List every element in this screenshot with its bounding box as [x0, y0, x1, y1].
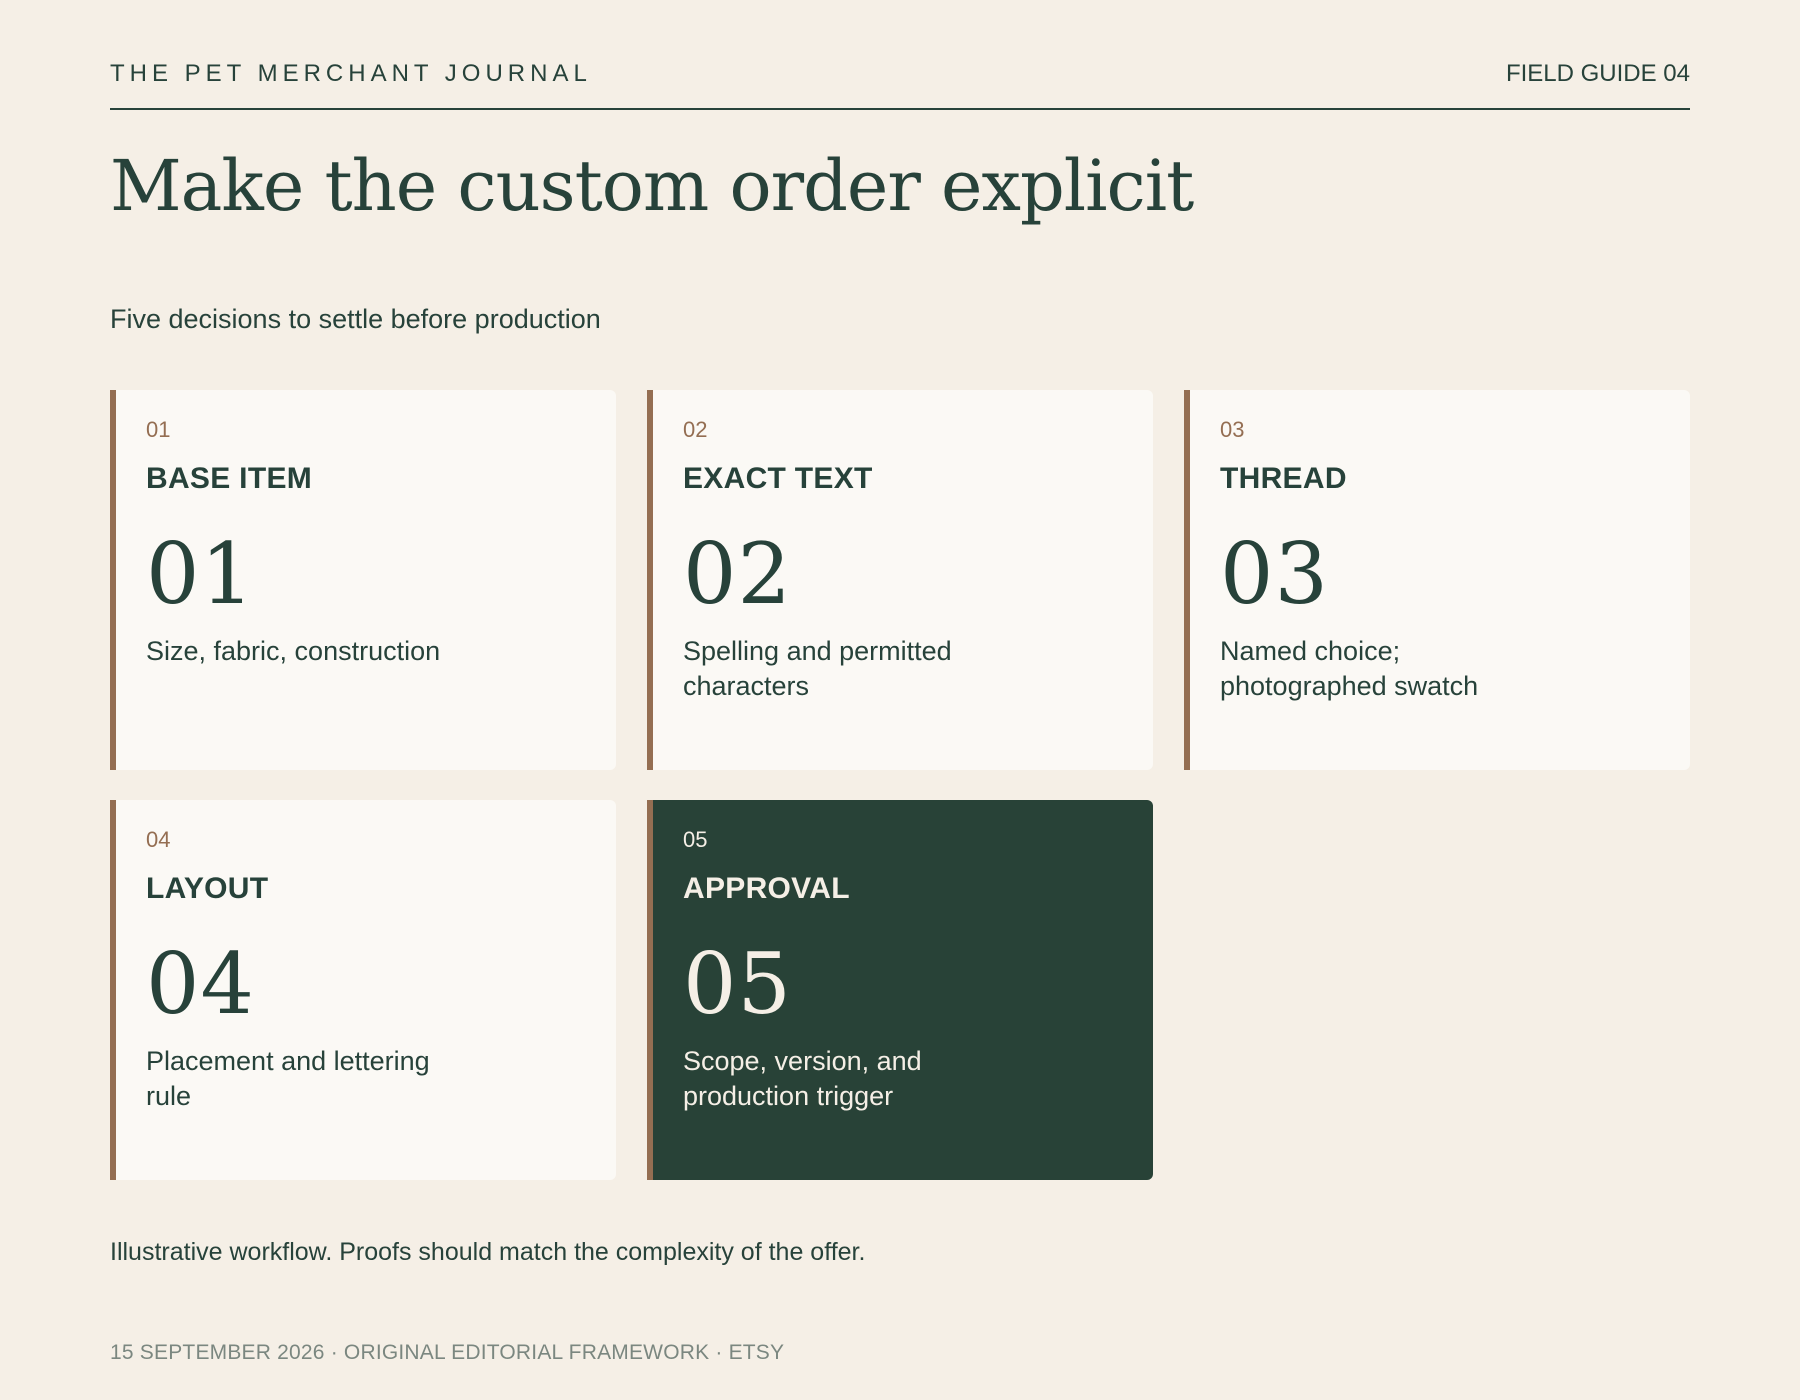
page-subtitle: Five decisions to settle before producti… [110, 304, 601, 334]
decision-card-thread: 03 THREAD 03 Named choice; photographed … [1184, 390, 1690, 770]
card-number: 01 [146, 525, 255, 623]
masthead: THE PET MERCHANT JOURNAL FIELD GUIDE 04 [110, 0, 1690, 110]
card-description: Spelling and permitted characters [683, 636, 952, 701]
decision-card-approval: 05 APPROVAL 05 Scope, version, and produ… [647, 800, 1153, 1180]
card-number: 04 [146, 935, 255, 1033]
footer-credit: 15 SEPTEMBER 2026 · ORIGINAL EDITORIAL F… [110, 1341, 785, 1364]
card-description: Scope, version, and production trigger [683, 1046, 922, 1111]
card-index: 03 [1220, 417, 1245, 442]
card-description: Named choice; photographed swatch [1220, 636, 1479, 701]
card-index: 01 [146, 417, 171, 442]
workflow-note: Illustrative workflow. Proofs should mat… [110, 1238, 866, 1266]
page-title: Make the custom order explicit [110, 145, 1194, 227]
page: THE PET MERCHANT JOURNAL FIELD GUIDE 04 … [0, 0, 1800, 1400]
card-index: 04 [146, 827, 171, 852]
card-heading: EXACT TEXT [683, 462, 873, 495]
card-heading: BASE ITEM [146, 462, 313, 495]
card-heading: THREAD [1220, 462, 1347, 495]
card-heading: APPROVAL [683, 872, 850, 905]
card-index: 05 [683, 827, 708, 852]
card-number: 02 [683, 525, 792, 623]
card-number: 05 [683, 935, 792, 1033]
card-number: 03 [1220, 525, 1329, 623]
decision-card-exact-text: 02 EXACT TEXT 02 Spelling and permitted … [647, 390, 1153, 770]
card-heading: LAYOUT [146, 872, 269, 905]
publication-name: THE PET MERCHANT JOURNAL [110, 60, 592, 87]
card-index: 02 [683, 417, 708, 442]
guide-label: FIELD GUIDE 04 [1505, 60, 1690, 87]
decision-card-base-item: 01 BASE ITEM 01 Size, fabric, constructi… [110, 390, 616, 770]
decision-card-layout: 04 LAYOUT 04 Placement and lettering rul… [110, 800, 616, 1180]
card-description: Size, fabric, construction [146, 636, 441, 666]
card-description: Placement and lettering rule [146, 1046, 430, 1111]
